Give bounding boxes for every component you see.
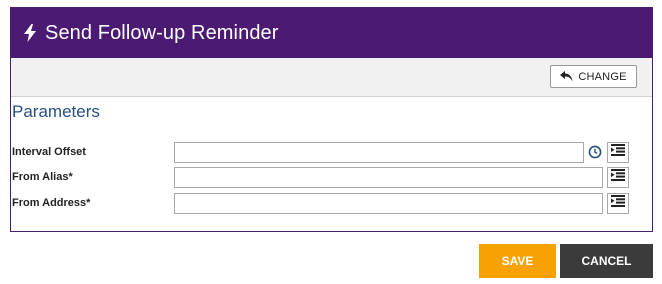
undo-arrow-icon [560,71,573,82]
from-address-label: From Address* [12,197,91,209]
save-button[interactable]: SAVE [479,244,556,278]
parameters-heading: Parameters [12,102,100,121]
from-alias-input[interactable] [174,166,603,188]
cancel-button[interactable]: CANCEL [560,244,653,278]
dialog-title: Send Follow-up Reminder [45,21,279,44]
dialog-header: Send Follow-up Reminder [11,8,652,58]
from-address-row: From Address* [12,192,629,214]
from-alias-row: From Alias* [12,166,629,188]
dialog-toolbar: CHANGE [11,58,652,97]
interval-offset-row: Interval Offset [12,141,629,163]
indent-list-icon [611,194,625,212]
lightning-bolt-icon [23,24,37,42]
clock-icon[interactable] [588,145,602,159]
change-button-label: CHANGE [578,70,627,83]
interval-offset-input[interactable] [174,141,584,163]
indent-list-icon [611,143,625,161]
from-address-picker-button[interactable] [607,192,629,214]
interval-offset-picker-button[interactable] [607,141,629,163]
from-alias-picker-button[interactable] [607,166,629,188]
interval-offset-label: Interval Offset [12,146,86,158]
change-button[interactable]: CHANGE [550,65,637,88]
from-address-input[interactable] [174,192,603,214]
from-alias-label: From Alias* [12,171,73,183]
indent-list-icon [611,168,625,186]
